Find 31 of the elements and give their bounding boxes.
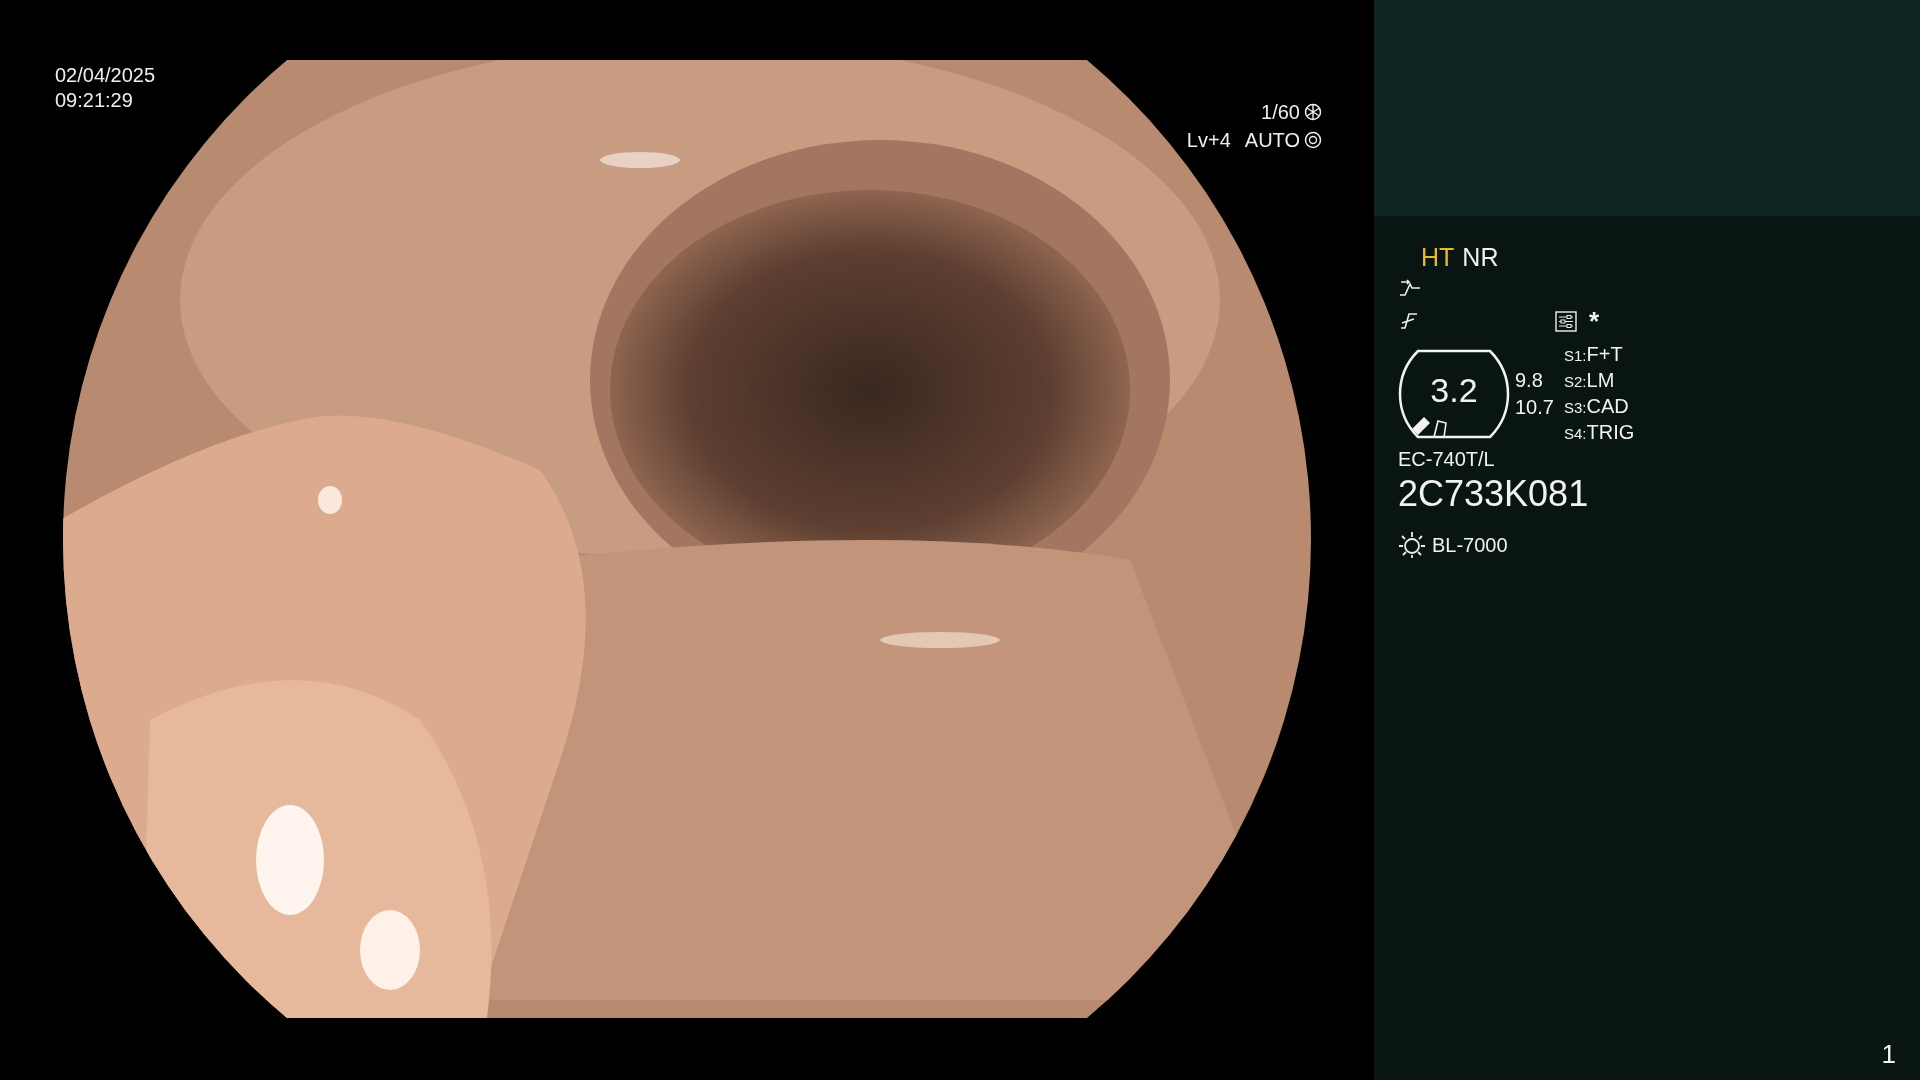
switch-key: S3	[1564, 395, 1583, 420]
reading-text: 9.8	[1515, 368, 1544, 393]
switch-value: F+T	[1586, 342, 1623, 367]
mode-label: HT	[1421, 242, 1455, 272]
switch-value: TRIG	[1586, 420, 1635, 445]
mode-text: AUTO	[1244, 128, 1300, 153]
asterisk-text: *	[1589, 305, 1600, 337]
separator-text: :	[1582, 398, 1587, 418]
scope-value: 3.2	[1429, 371, 1479, 410]
separator-text: :	[1582, 424, 1587, 444]
time-text: 09:21:29	[55, 88, 134, 113]
separator-text: :	[1582, 346, 1587, 366]
shutter-text: 1/60	[1261, 100, 1300, 125]
shutter-icon	[1304, 103, 1322, 121]
lamp-icon	[1398, 531, 1426, 559]
curve-icon	[1398, 278, 1422, 298]
serial-text: 2C733K081	[1398, 473, 1590, 515]
page-number: 1	[1881, 1039, 1896, 1070]
aperture-icon	[1304, 131, 1322, 149]
switch-value: CAD	[1586, 394, 1629, 419]
date-text: 02/04/2025	[55, 63, 156, 88]
mode-label: NR	[1462, 242, 1499, 272]
curve-icon	[1398, 310, 1420, 332]
model-text: EC-740T/L	[1398, 448, 1496, 471]
settings-icon	[1555, 310, 1577, 332]
level-text: Lv+4	[1186, 128, 1231, 153]
separator-text: :	[1582, 372, 1587, 392]
light-source-text: BL-7000	[1432, 533, 1508, 557]
reading-text: 10.7	[1515, 395, 1555, 420]
marker-icon	[1412, 417, 1430, 435]
switch-value: LM	[1586, 368, 1615, 393]
